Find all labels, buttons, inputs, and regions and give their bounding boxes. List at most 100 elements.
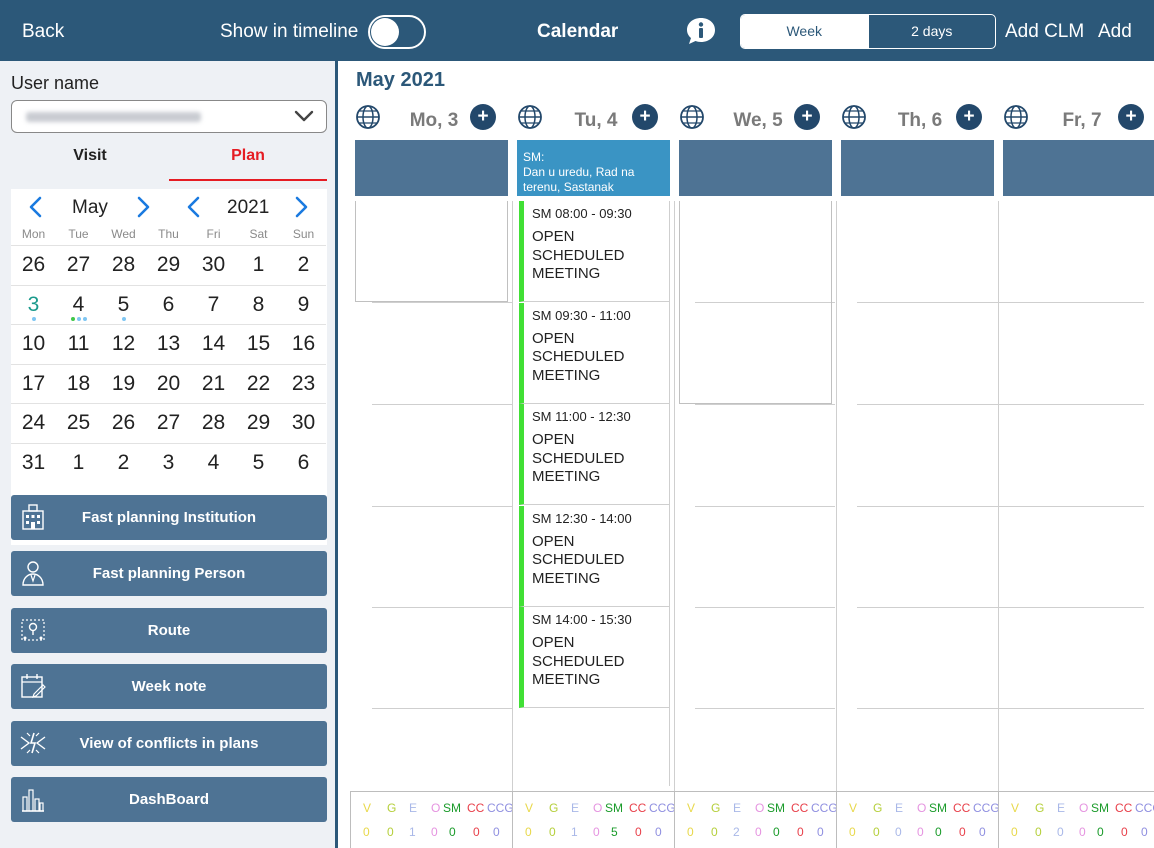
all-day-event-text: Dan u uredu, Rad na terenu, Sastanak [523,165,635,194]
calendar-day[interactable]: 1 [236,245,281,285]
calendar-day-number: 26 [111,411,136,434]
calendar-day-number: 21 [201,371,226,395]
event-card[interactable]: SM 09:30 - 11:00 OPEN SCHEDULED MEETING [519,302,669,404]
action-button-conflict[interactable]: View of conflicts in plans [11,720,327,766]
time-slot-box[interactable] [355,201,508,302]
calendar-day-number: 30 [291,411,316,434]
calendar-day[interactable]: 31 [11,442,56,483]
calendar-day[interactable]: 6 [146,284,191,325]
calendar-day[interactable]: 25 [56,403,101,443]
calendar-day[interactable]: 13 [146,324,191,364]
summary-key: CCG [487,801,514,815]
segment-week[interactable]: Week [741,15,868,48]
action-button-note[interactable]: Week note [11,664,327,710]
all-day-slot[interactable] [679,140,832,196]
add-event-button[interactable]: + [632,104,658,130]
add-clm-button[interactable]: Add CLM [1005,20,1084,44]
event-card[interactable]: SM 08:00 - 09:30 OPEN SCHEDULED MEETING [519,201,669,302]
segment-2-days[interactable]: 2 days [867,15,996,48]
calendar-day[interactable]: 15 [236,324,281,364]
calendar-day[interactable]: 27 [146,403,191,443]
add-event-button[interactable]: + [1118,104,1144,130]
summary-value: 0 [431,825,438,839]
calendar-day[interactable]: 22 [236,363,281,404]
calendar-day[interactable]: 18 [56,363,101,404]
calendar-day[interactable]: 5 [101,284,146,325]
calendar-day[interactable]: 1 [56,442,101,483]
calendar-day[interactable]: 10 [11,324,56,364]
calendar-day[interactable]: 29 [146,245,191,285]
prev-month-icon[interactable] [28,196,44,218]
summary-value: 0 [1035,825,1042,839]
calendar-day[interactable]: 30 [191,245,236,285]
event-dot [76,317,81,321]
all-day-event[interactable]: SM: Dan u uredu, Rad na terenu, Sastanak [517,140,670,196]
calendar-day[interactable]: 23 [281,363,326,404]
summary-value: 0 [1057,825,1064,839]
all-day-slot[interactable] [841,140,994,196]
calendar-day[interactable]: 27 [56,245,101,285]
calendar-day[interactable]: 26 [11,245,56,285]
all-day-slot[interactable] [355,140,508,196]
calendar-day[interactable]: 24 [11,403,56,443]
calendar-day[interactable]: 2 [101,442,146,483]
calendar-day[interactable]: 26 [101,403,146,443]
hour-line [857,302,997,303]
calendar-day[interactable]: 4 [191,442,236,483]
tab-plan[interactable]: Plan [169,143,327,181]
prev-year-icon[interactable] [186,196,202,218]
action-button-route[interactable]: Route [11,607,327,653]
calendar-day[interactable]: 5 [236,442,281,483]
tab-visit[interactable]: Visit [11,143,169,181]
calendar-day[interactable]: 30 [281,403,326,443]
action-button-person[interactable]: Fast planning Person [11,551,327,597]
summary-key: V [687,801,696,815]
summary-key: CC [953,801,971,815]
calendar-day[interactable]: 3 [11,284,56,325]
calendar-day[interactable]: 19 [101,363,146,404]
all-day-slot[interactable] [1003,140,1154,196]
add-event-button[interactable]: + [794,104,820,130]
summary-value: 0 [363,825,370,839]
calendar-day[interactable]: 21 [191,363,236,404]
event-card[interactable]: SM 14:00 - 15:30 OPEN SCHEDULED MEETING [519,607,669,708]
add-event-button[interactable]: + [470,104,496,130]
add-button[interactable]: Add [1098,20,1132,44]
action-button-dashboard[interactable]: DashBoard [11,777,327,822]
event-card[interactable]: SM 12:30 - 14:00 OPEN SCHEDULED MEETING [519,505,669,607]
next-year-icon[interactable] [293,196,309,218]
summary-key: SM [605,801,623,815]
time-slot-box[interactable] [679,201,832,404]
calendar-day[interactable]: 17 [11,363,56,404]
calendar-day[interactable]: 14 [191,324,236,364]
calendar-day[interactable]: 20 [146,363,191,404]
calendar-day[interactable]: 9 [281,284,326,325]
calendar-day[interactable]: 11 [56,324,101,364]
calendar-day[interactable]: 29 [236,403,281,443]
mini-calendar: May 2021 Mon Tue Wed Thu Fri Sat Sun 26 27 28 29 3… [11,189,327,545]
info-icon[interactable] [685,16,717,46]
calendar-day[interactable]: 3 [146,442,191,483]
calendar-day[interactable]: 7 [191,284,236,325]
next-month-icon[interactable] [135,196,151,218]
summary-key: CCG [649,801,676,815]
summary-value: 0 [773,825,780,839]
calendar-day-number: 16 [291,332,316,355]
show-in-timeline-toggle[interactable] [368,15,426,49]
calendar-day[interactable]: 12 [101,324,146,364]
back-button[interactable]: Back [22,20,64,44]
event-card[interactable]: SM 11:00 - 12:30 OPEN SCHEDULED MEETING [519,404,669,505]
calendar-day[interactable]: 28 [101,245,146,285]
calendar-day[interactable]: 28 [191,403,236,443]
calendar-day[interactable]: 2 [281,245,326,285]
calendar-day[interactable]: 4 [56,284,101,325]
calendar-day[interactable]: 16 [281,324,326,364]
calendar-day[interactable]: 6 [281,442,326,483]
calendar-day[interactable]: 8 [236,284,281,325]
hour-line [857,506,997,507]
action-button-hospital[interactable]: Fast planning Institution [11,495,327,540]
username-select[interactable] [11,100,327,133]
add-event-button[interactable]: + [956,104,982,130]
calendar-day-number: 14 [201,332,226,355]
hour-line [372,506,512,507]
